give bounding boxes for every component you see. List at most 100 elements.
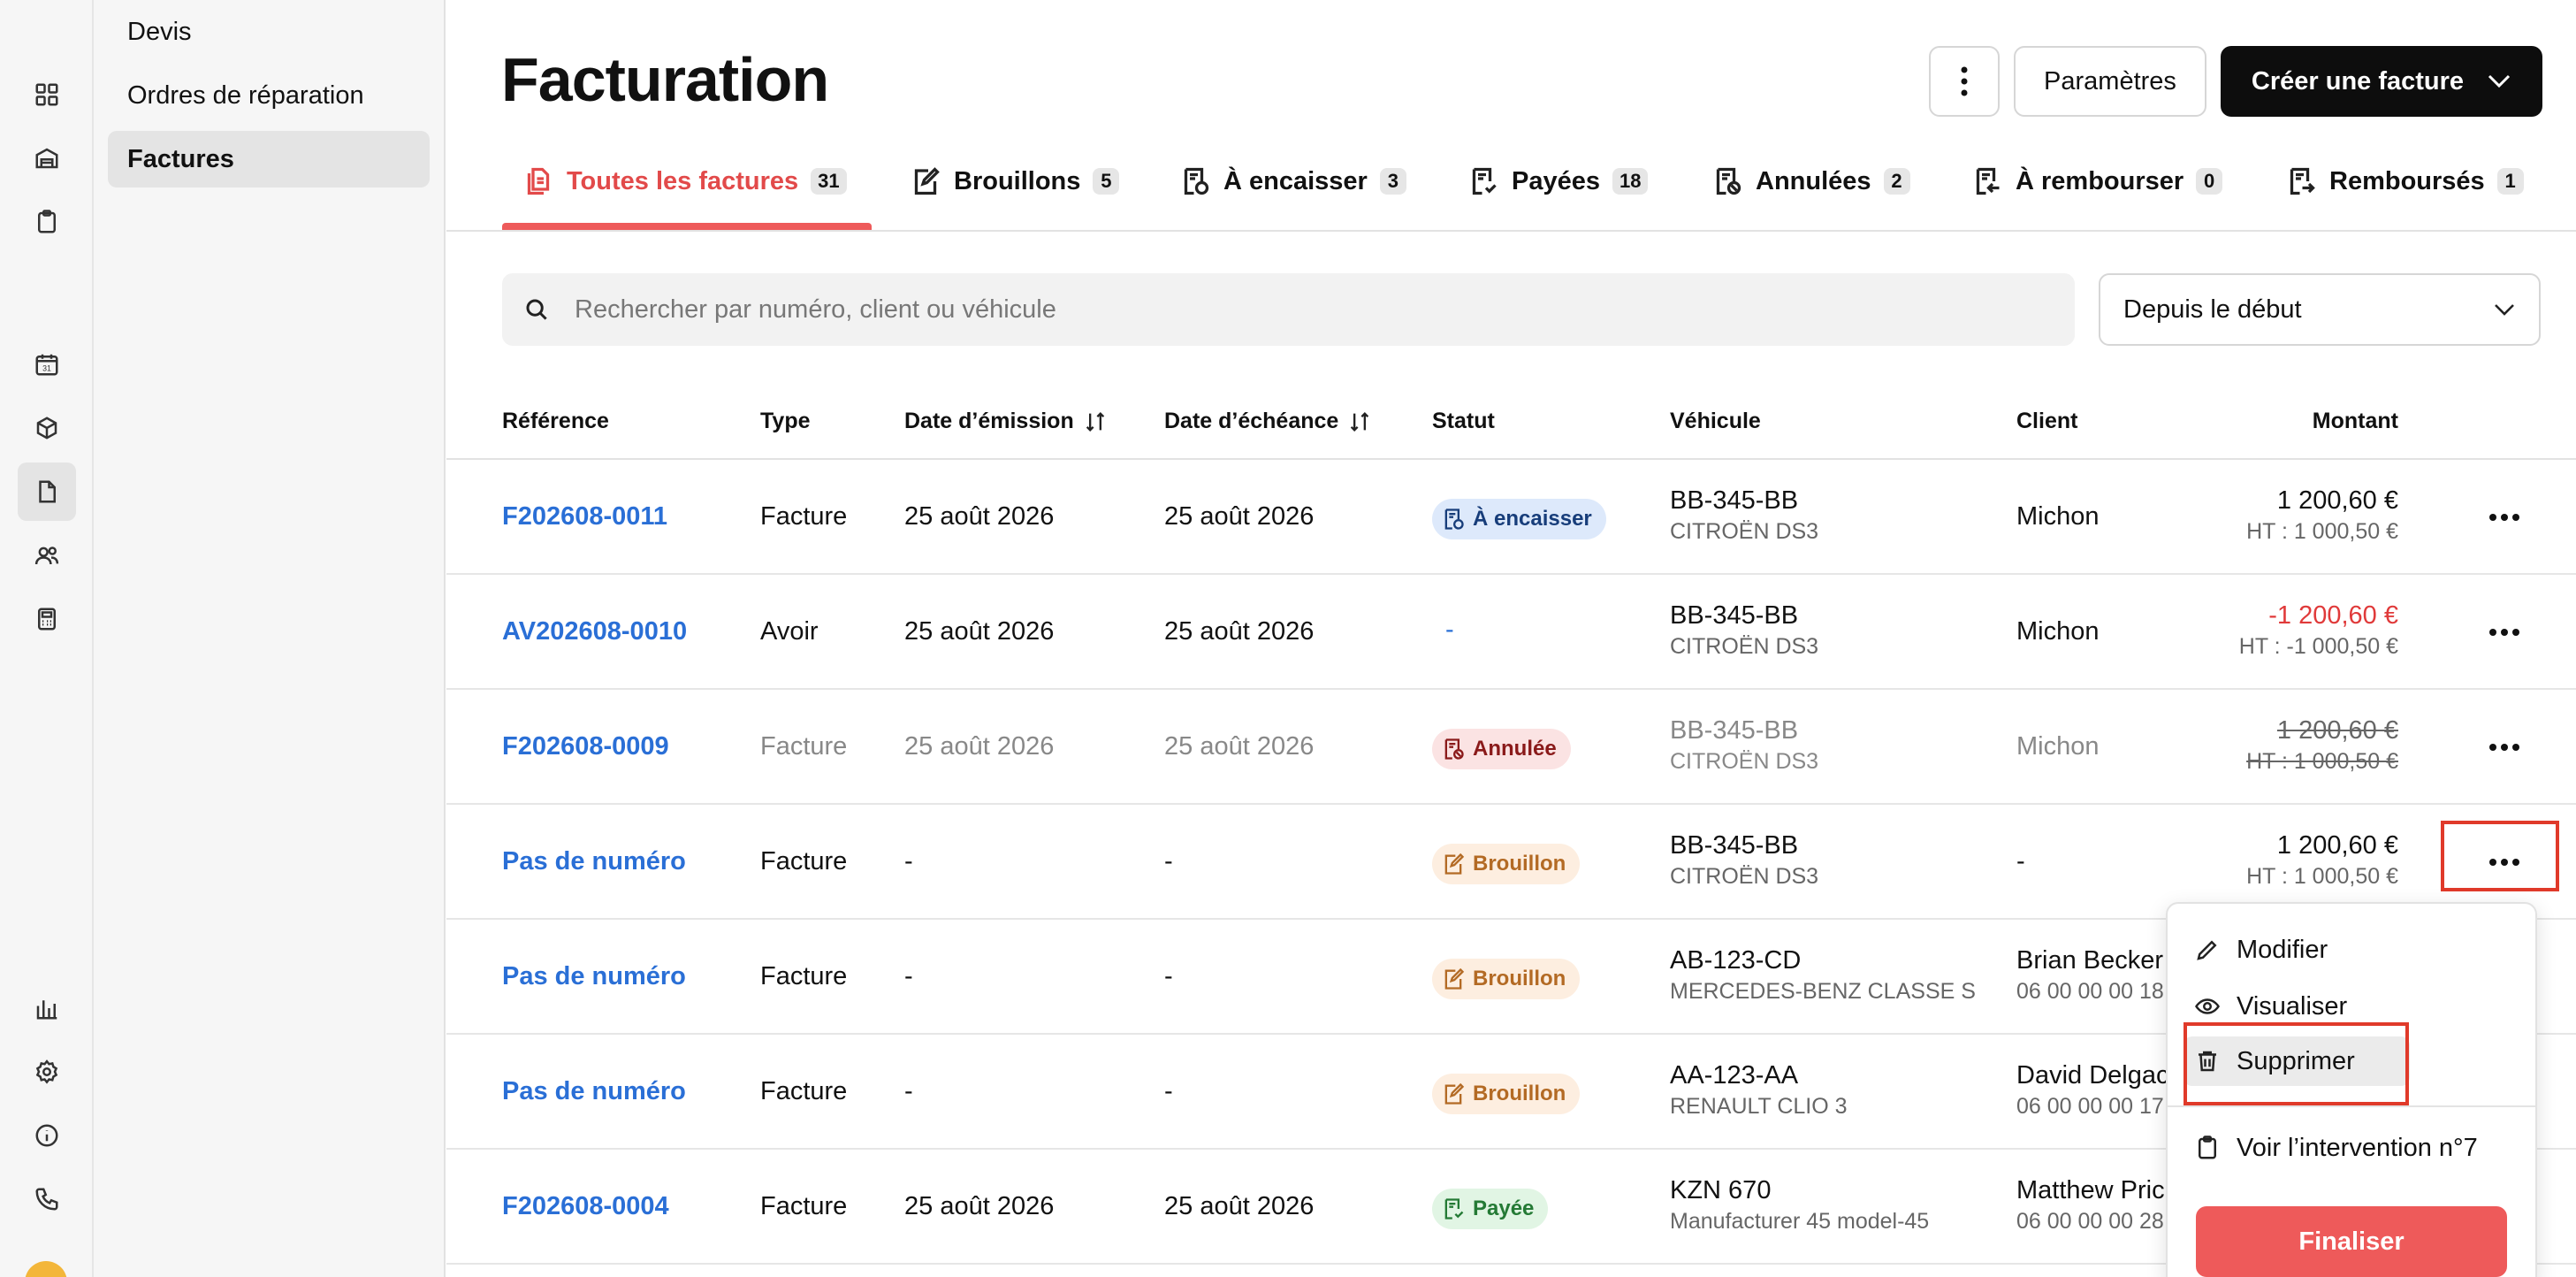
- invoice-type: Facture: [760, 732, 848, 761]
- invoice-reference-link[interactable]: Pas de numéro: [502, 962, 686, 991]
- clipboard-icon[interactable]: [27, 203, 66, 241]
- sidebar-item-factures[interactable]: Factures: [108, 131, 430, 187]
- invoice-tabs: Toutes les factures 31 Brouillons 5 À en…: [446, 133, 2576, 232]
- sort-icon[interactable]: [1347, 409, 1372, 434]
- tab-count-badge: 2: [1883, 168, 1910, 195]
- tab-a-encaisser[interactable]: À encaisser 3: [1179, 133, 1406, 230]
- sidebar-item-label: Devis: [127, 17, 192, 46]
- pencil-icon: [2197, 940, 2217, 960]
- amount-ttc: 1 200,60 €: [2276, 716, 2398, 745]
- vehicle-model: CITROËN DS3: [1670, 749, 1819, 774]
- menu-item-voir-intervention[interactable]: Voir l’intervention n°7: [2194, 1123, 2478, 1173]
- vehicle-plate: BB-345-BB: [1670, 601, 1799, 630]
- settings-button[interactable]: Paramètres: [2014, 46, 2206, 117]
- phone-icon[interactable]: [27, 1180, 66, 1219]
- invoice-check-icon: [1444, 1198, 1464, 1220]
- vehicle-cell: KZN 670 Manufacturer 45 model-45: [1670, 1176, 1929, 1235]
- more-options-button[interactable]: [1929, 46, 2000, 117]
- status-badge: À encaisser: [1432, 499, 1606, 539]
- tab-annulees[interactable]: Annulées 2: [1711, 133, 1910, 230]
- create-invoice-button[interactable]: Créer une facture: [2221, 46, 2542, 117]
- due-date: 25 août 2026: [1164, 1192, 1315, 1220]
- vehicle-plate: BB-345-BB: [1670, 716, 1799, 745]
- column-header-issue-date[interactable]: Date d’émission: [904, 409, 1108, 434]
- table-row[interactable]: AV202608-0010 Avoir 25 août 2026 25 août…: [446, 575, 2576, 690]
- invoice-reference-link[interactable]: F202608-0009: [502, 732, 669, 761]
- invoice-reference-link[interactable]: F202608-0004: [502, 1192, 669, 1221]
- settings-icon[interactable]: [27, 1052, 66, 1091]
- box-icon[interactable]: [27, 409, 66, 447]
- tab-count-badge: 5: [1093, 168, 1120, 195]
- document-icon[interactable]: [18, 463, 76, 521]
- invoice-type: Facture: [760, 1192, 848, 1220]
- period-select[interactable]: Depuis le début: [2099, 273, 2541, 346]
- column-header-type: Type: [760, 409, 811, 433]
- sidebar-item-devis[interactable]: Devis: [108, 4, 430, 60]
- status-badge: Annulée: [1432, 729, 1571, 769]
- sort-icon[interactable]: [1083, 409, 1108, 434]
- menu-divider: [2168, 1105, 2535, 1107]
- invoice-refunded-icon: [2290, 167, 2315, 195]
- row-actions-button[interactable]: [2480, 725, 2529, 769]
- client-name: Michon: [2016, 502, 2100, 531]
- chart-icon[interactable]: [27, 989, 66, 1028]
- client-name: Brian Becker: [2016, 946, 2164, 975]
- vehicle-model: Manufacturer 45 model-45: [1670, 1209, 1930, 1234]
- invoice-reference-link[interactable]: AV202608-0010: [502, 617, 687, 646]
- sidebar-item-label: Factures: [127, 144, 234, 173]
- status-badge: Brouillon: [1432, 844, 1581, 884]
- tab-a-rembourser[interactable]: À rembourser 0: [1971, 133, 2223, 230]
- more-horizontal-icon: [2489, 514, 2519, 521]
- tab-label: Remboursés: [2329, 166, 2485, 195]
- invoice-reference-link[interactable]: F202608-0011: [502, 502, 667, 531]
- vehicle-plate: BB-345-BB: [1670, 486, 1799, 515]
- users-icon[interactable]: [27, 536, 66, 575]
- amount-ht: HT : 1 000,50 €: [2246, 519, 2398, 544]
- finalise-button[interactable]: Finaliser: [2196, 1206, 2507, 1277]
- active-tab-indicator: [502, 223, 872, 230]
- client-phone: 06 00 00 00 18: [2016, 979, 2164, 1004]
- tab-count-badge: 3: [1379, 168, 1406, 195]
- avatar[interactable]: [25, 1261, 67, 1277]
- tab-payees[interactable]: Payées 18: [1467, 133, 1649, 230]
- due-date: 25 août 2026: [1164, 732, 1315, 761]
- row-actions-button[interactable]: [2480, 495, 2529, 539]
- menu-item-label: Modifier: [2237, 935, 2328, 964]
- issue-date: -: [904, 1077, 913, 1105]
- menu-item-modifier[interactable]: Modifier: [2194, 925, 2328, 975]
- column-header-vehicle: Véhicule: [1670, 409, 1761, 433]
- delete-option-highlight: [2184, 1022, 2409, 1105]
- table-row[interactable]: F202608-0009 Facture 25 août 2026 25 aoû…: [446, 690, 2576, 805]
- vertical-dots-icon: [1961, 66, 1968, 96]
- tab-brouillons[interactable]: Brouillons 5: [910, 133, 1120, 230]
- draft-icon: [1444, 1082, 1465, 1105]
- calculator-icon[interactable]: [27, 600, 66, 638]
- status-empty: -: [1445, 616, 1454, 644]
- amount-ttc: 1 200,60 €: [2276, 486, 2398, 515]
- invoice-reference-link[interactable]: Pas de numéro: [502, 847, 686, 876]
- tab-toutes-les-factures[interactable]: Toutes les factures 31: [522, 133, 847, 230]
- garage-icon[interactable]: [27, 139, 66, 178]
- table-row[interactable]: F202608-0011 Facture 25 août 2026 25 aoû…: [446, 460, 2576, 575]
- column-header-due-date[interactable]: Date d’échéance: [1164, 409, 1372, 434]
- invoice-type: Facture: [760, 1077, 848, 1105]
- info-icon[interactable]: [27, 1116, 66, 1155]
- vehicle-plate: BB-345-BB: [1670, 831, 1799, 860]
- vehicle-cell: AA-123-AA RENAULT CLIO 3: [1670, 1061, 1848, 1120]
- amount-ht: HT : -1 000,50 €: [2238, 634, 2398, 659]
- invoice-coin-icon: [1444, 509, 1464, 530]
- tab-rembourses[interactable]: Remboursés 1: [2285, 133, 2524, 230]
- row-actions-button[interactable]: [2480, 610, 2529, 654]
- dashboard-icon[interactable]: [27, 75, 66, 114]
- search-input[interactable]: [575, 294, 1989, 325]
- menu-item-label: Voir l’intervention n°7: [2237, 1133, 2478, 1162]
- client-name: Michon: [2016, 617, 2100, 646]
- calendar-icon[interactable]: 31: [27, 345, 66, 384]
- client-phone: 06 00 00 00 28: [2016, 1209, 2164, 1234]
- draft-icon: [1444, 853, 1465, 875]
- invoice-reference-link[interactable]: Pas de numéro: [502, 1077, 686, 1106]
- vehicle-plate: AB-123-CD: [1670, 946, 1802, 975]
- tab-count-badge: 18: [1612, 168, 1649, 195]
- sidebar-item-ordres-de-reparation[interactable]: Ordres de réparation: [108, 67, 430, 124]
- chevron-down-icon: [2488, 74, 2511, 88]
